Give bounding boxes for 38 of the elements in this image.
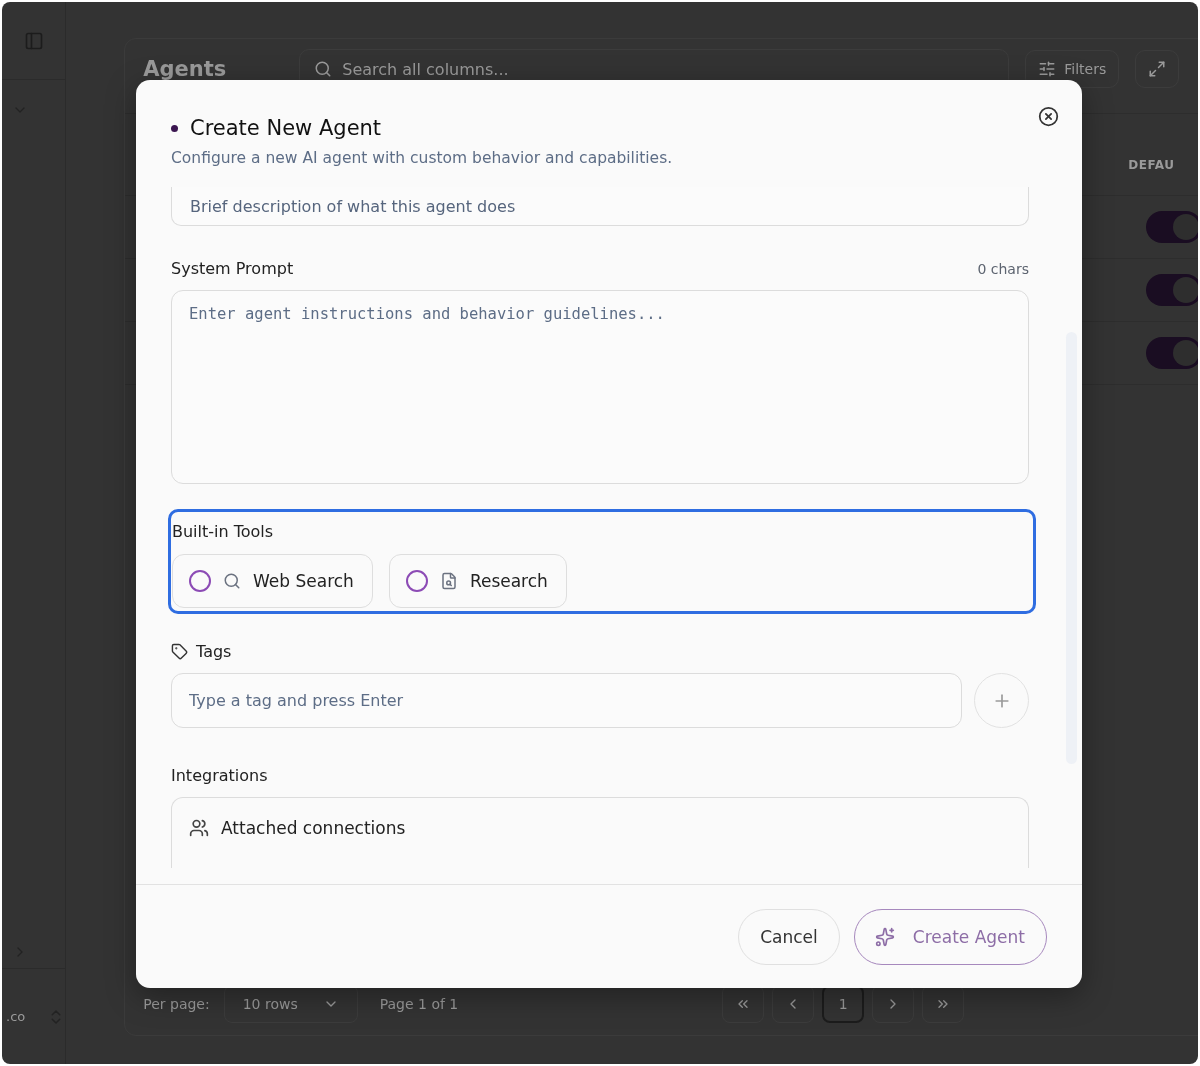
system-prompt-field[interactable]: Enter agent instructions and behavior guidelines... xyxy=(171,290,1029,484)
toggle-switch[interactable] xyxy=(1146,211,1198,243)
account-text: .co xyxy=(6,1009,26,1024)
field-label: System Prompt xyxy=(171,259,294,278)
field-label: Tags xyxy=(196,642,232,661)
search-icon xyxy=(223,572,241,590)
attached-connections-text: Attached connections xyxy=(221,818,406,838)
tool-option[interactable]: Research xyxy=(388,554,567,608)
page-info: Page 1 of 1 xyxy=(379,996,459,1012)
char-counter: 0 chars xyxy=(977,260,1029,277)
sidebar-toggle-icon[interactable] xyxy=(23,30,44,51)
per-page-label: Per page: xyxy=(143,996,210,1012)
description-field[interactable]: Brief description of what this agent does xyxy=(171,187,1029,226)
expand-button[interactable] xyxy=(1135,50,1180,88)
title-dot-icon xyxy=(171,124,178,132)
cancel-button[interactable]: Cancel xyxy=(738,908,840,965)
users-icon xyxy=(189,818,209,838)
dialog-description: Configure a new AI agent with custom behavior and capabilities. xyxy=(171,149,674,167)
create-agent-button[interactable]: Create Agent xyxy=(853,908,1047,965)
close-button[interactable] xyxy=(1036,104,1060,128)
expand-icon xyxy=(1148,60,1167,78)
toggle-switch[interactable] xyxy=(1146,337,1198,369)
tool-option[interactable]: Web Search xyxy=(172,554,373,608)
toggle-switch[interactable] xyxy=(1146,274,1198,306)
field-label: Integrations xyxy=(171,766,268,785)
tag-icon xyxy=(171,643,188,660)
close-icon xyxy=(1037,105,1059,127)
search-icon xyxy=(314,60,333,78)
radio-button[interactable] xyxy=(189,570,211,592)
dialog-title: Create New Agent xyxy=(190,116,382,140)
tag-input-field[interactable]: Type a tag and press Enter xyxy=(171,673,962,728)
document-icon xyxy=(439,572,458,590)
radio-button[interactable] xyxy=(405,570,428,592)
sliders-icon xyxy=(1038,60,1057,78)
field-label: Built-in Tools xyxy=(172,522,275,541)
page-title: Agents xyxy=(143,57,228,81)
sparkles-icon xyxy=(874,926,895,947)
column-header: DEFAU xyxy=(1128,157,1176,172)
